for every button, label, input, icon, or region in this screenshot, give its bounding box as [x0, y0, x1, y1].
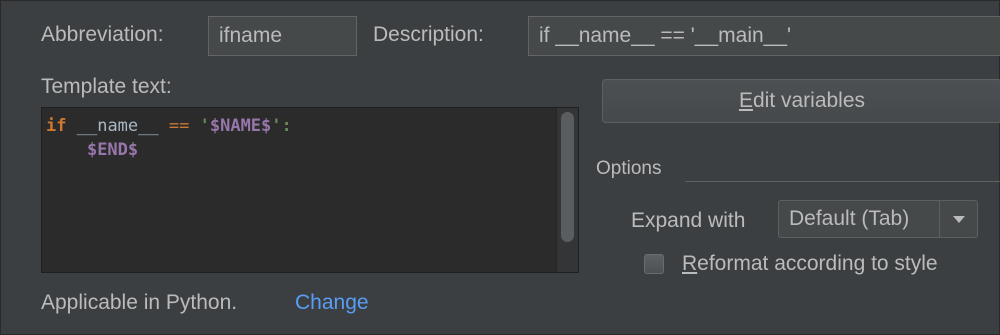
code-equals-operator: == — [168, 116, 190, 136]
abbreviation-label: Abbreviation: — [41, 23, 164, 46]
code-line-1: if __name__ == '$NAME$': — [46, 114, 574, 138]
template-text-editor[interactable]: if __name__ == '$NAME$': $END$ — [41, 107, 579, 273]
applicable-context-text: Applicable in Python. — [41, 291, 238, 314]
live-template-settings-panel: Abbreviation: ifname Description: if __n… — [0, 0, 1000, 335]
chevron-down-icon — [953, 216, 965, 223]
expand-with-dropdown[interactable]: Default (Tab) — [778, 200, 978, 238]
code-line-2: $END$ — [46, 138, 574, 162]
dropdown-arrow-button[interactable] — [939, 201, 977, 237]
reformat-checkbox[interactable] — [644, 254, 664, 274]
description-input[interactable]: if __name__ == '__main__' — [528, 16, 1000, 56]
code-quote-close: ': — [271, 116, 292, 136]
code-keyword-if: if — [46, 116, 67, 136]
edit-variables-mnemonic: E — [738, 89, 753, 112]
editor-vertical-scrollbar[interactable] — [556, 108, 578, 272]
abbreviation-input[interactable]: ifname — [208, 16, 357, 56]
code-quote-open: ' — [199, 116, 210, 136]
change-context-link[interactable]: Change — [295, 291, 369, 315]
reformat-mnemonic: R — [682, 252, 698, 275]
edit-variables-label: dit variables — [752, 89, 866, 112]
options-group-title: Options — [596, 158, 662, 179]
reformat-label-text: eformat according to style — [697, 252, 938, 275]
code-end-placeholder: $END$ — [86, 140, 139, 160]
expand-with-selected-value: Default (Tab) — [789, 207, 910, 230]
code-name-variable: __name__ — [76, 116, 159, 136]
code-name-placeholder: $NAME$ — [209, 116, 272, 136]
expand-with-label: Expand with — [631, 209, 746, 232]
reformat-label[interactable]: Reformat according to style — [682, 252, 938, 276]
template-text-label: Template text: — [41, 75, 172, 98]
description-label: Description: — [373, 23, 484, 46]
scrollbar-thumb[interactable] — [561, 112, 574, 242]
edit-variables-button[interactable]: Edit variables — [602, 79, 1000, 123]
options-separator — [685, 181, 1000, 182]
